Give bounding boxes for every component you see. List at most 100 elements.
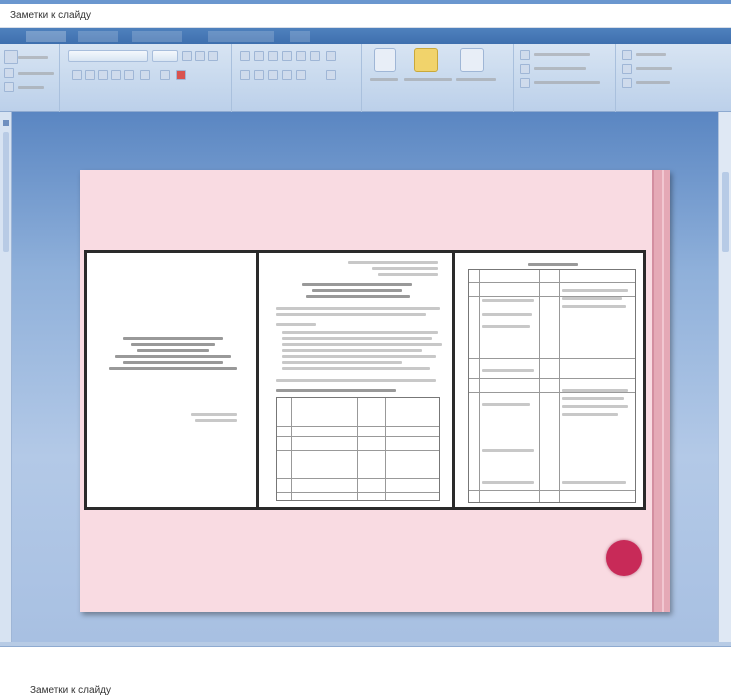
ribbon-tab-3[interactable] <box>132 31 182 42</box>
drawing-text-1 <box>370 78 398 81</box>
bold-icon[interactable] <box>72 70 82 80</box>
drawing-text-2 <box>404 78 452 81</box>
align-text-icon[interactable] <box>296 70 306 80</box>
middle-header-line <box>348 261 438 264</box>
replace-text <box>636 67 672 70</box>
numbering-icon[interactable] <box>254 51 264 61</box>
vertical-scrollbar[interactable] <box>718 112 731 642</box>
shape-effects-text <box>534 81 600 84</box>
right-cell-line <box>562 289 628 292</box>
notes-placeholder: Заметки к слайду <box>30 685 111 696</box>
right-cell-line <box>482 299 534 302</box>
shape-outline-icon[interactable] <box>520 64 530 74</box>
cover-text-line <box>123 361 223 364</box>
window-title: Заметки к слайду <box>10 10 91 21</box>
title-bar: Заметки к слайду <box>0 4 731 28</box>
right-cell-line <box>482 449 534 452</box>
middle-body-line <box>282 361 402 364</box>
replace-icon[interactable] <box>622 64 632 74</box>
right-cell-line <box>482 313 532 316</box>
smartart-icon[interactable] <box>326 70 336 80</box>
middle-body-line <box>282 349 422 352</box>
slide[interactable] <box>80 170 670 612</box>
clear-format-icon[interactable] <box>208 51 218 61</box>
right-cell-line <box>562 413 618 416</box>
clipboard-text-3 <box>18 86 44 89</box>
columns-icon[interactable] <box>310 51 320 61</box>
middle-table-caption <box>276 389 396 392</box>
ribbon-tab-bar <box>0 28 731 44</box>
middle-body-line <box>282 331 438 334</box>
ribbon-group-shape-format <box>516 44 616 112</box>
select-icon[interactable] <box>622 78 632 88</box>
align-right-icon[interactable] <box>268 70 278 80</box>
ribbon-tab-5[interactable] <box>290 31 310 42</box>
quick-styles-icon[interactable] <box>460 48 484 72</box>
cover-author-line <box>191 413 237 416</box>
shape-fill-icon[interactable] <box>520 50 530 60</box>
underline-icon[interactable] <box>98 70 108 80</box>
grow-font-icon[interactable] <box>182 51 192 61</box>
shape-outline-text <box>534 67 586 70</box>
ribbon-group-drawing <box>364 44 514 112</box>
shadow-icon[interactable] <box>124 70 134 80</box>
ribbon-tab-2[interactable] <box>78 31 118 42</box>
clipboard-text-1 <box>18 56 48 59</box>
right-cell-line <box>562 297 622 300</box>
align-left-icon[interactable] <box>240 70 250 80</box>
align-center-icon[interactable] <box>254 70 264 80</box>
cover-author-line <box>195 419 237 422</box>
booklet-panel-cover <box>87 253 259 507</box>
spacing-icon[interactable] <box>140 70 150 80</box>
middle-title-line <box>312 289 402 292</box>
notes-pane[interactable]: Заметки к слайду <box>0 646 731 697</box>
right-cell-line <box>482 403 530 406</box>
cut-icon[interactable] <box>4 68 14 78</box>
font-size-select[interactable] <box>152 50 178 62</box>
shape-effects-icon[interactable] <box>520 78 530 88</box>
italic-icon[interactable] <box>85 70 95 80</box>
shrink-font-icon[interactable] <box>195 51 205 61</box>
middle-table <box>276 397 440 501</box>
cover-text-line <box>137 349 209 352</box>
decorative-circle <box>606 540 642 576</box>
decrease-indent-icon[interactable] <box>268 51 278 61</box>
slides-pane-scrollbar[interactable] <box>3 132 9 252</box>
right-cell-line <box>562 389 628 392</box>
line-spacing-icon[interactable] <box>296 51 306 61</box>
text-direction-icon[interactable] <box>326 51 336 61</box>
copy-icon[interactable] <box>4 82 14 92</box>
middle-body-line <box>282 367 430 370</box>
middle-body-line <box>282 355 436 358</box>
right-cell-line <box>482 369 534 372</box>
font-family-select[interactable] <box>68 50 148 62</box>
scrollbar-thumb[interactable] <box>722 172 729 252</box>
ribbon-tab-1[interactable] <box>26 31 66 42</box>
right-cell-line <box>562 397 624 400</box>
booklet-panel-middle <box>262 253 455 507</box>
strikethrough-icon[interactable] <box>111 70 121 80</box>
booklet-image[interactable] <box>84 250 646 510</box>
clipboard-text-2 <box>18 72 54 75</box>
increase-indent-icon[interactable] <box>282 51 292 61</box>
select-text <box>636 81 670 84</box>
slide-right-edge <box>652 170 670 612</box>
ribbon-group-clipboard <box>0 44 60 112</box>
right-header-line <box>528 263 578 266</box>
justify-icon[interactable] <box>282 70 292 80</box>
ribbon-group-font <box>62 44 232 112</box>
shape-fill-text <box>534 53 590 56</box>
arrange-icon[interactable] <box>414 48 438 72</box>
middle-body-line <box>276 313 426 316</box>
ribbon-tab-4[interactable] <box>208 31 274 42</box>
cover-text-line <box>109 367 237 370</box>
shapes-icon[interactable] <box>374 48 396 72</box>
middle-title-line <box>302 283 412 286</box>
slides-pane[interactable] <box>0 112 12 642</box>
find-icon[interactable] <box>622 50 632 60</box>
font-color-icon[interactable] <box>176 70 186 80</box>
middle-body-line <box>282 343 442 346</box>
case-icon[interactable] <box>160 70 170 80</box>
paste-icon[interactable] <box>4 50 18 64</box>
bullets-icon[interactable] <box>240 51 250 61</box>
